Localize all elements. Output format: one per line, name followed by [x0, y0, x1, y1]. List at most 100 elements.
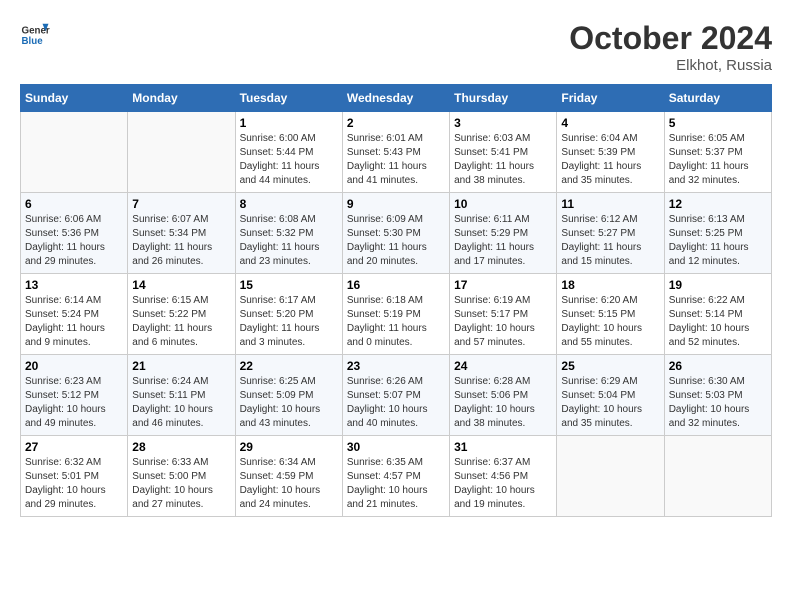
sunrise-text: Sunrise: 6:15 AM [132, 294, 230, 308]
sunrise-text: Sunrise: 6:28 AM [454, 375, 552, 389]
sunset-text: Sunset: 5:07 PM [347, 389, 445, 403]
daylight-text: Daylight: 11 hours and 32 minutes. [669, 160, 767, 188]
sunrise-text: Sunrise: 6:14 AM [25, 294, 123, 308]
calendar-week-row: 6Sunrise: 6:06 AMSunset: 5:36 PMDaylight… [21, 193, 772, 274]
sunset-text: Sunset: 5:00 PM [132, 470, 230, 484]
day-info: Sunrise: 6:30 AMSunset: 5:03 PMDaylight:… [669, 375, 767, 431]
table-row [664, 436, 771, 517]
sunset-text: Sunset: 4:56 PM [454, 470, 552, 484]
sunrise-text: Sunrise: 6:09 AM [347, 213, 445, 227]
table-row [128, 112, 235, 193]
sunset-text: Sunset: 5:37 PM [669, 146, 767, 160]
day-number: 22 [240, 359, 338, 373]
daylight-text: Daylight: 10 hours and 24 minutes. [240, 484, 338, 512]
sunrise-text: Sunrise: 6:04 AM [561, 132, 659, 146]
sunrise-text: Sunrise: 6:17 AM [240, 294, 338, 308]
sunrise-text: Sunrise: 6:35 AM [347, 456, 445, 470]
sunrise-text: Sunrise: 6:37 AM [454, 456, 552, 470]
table-row: 16Sunrise: 6:18 AMSunset: 5:19 PMDayligh… [342, 274, 449, 355]
table-row [21, 112, 128, 193]
sunset-text: Sunset: 5:15 PM [561, 308, 659, 322]
day-info: Sunrise: 6:03 AMSunset: 5:41 PMDaylight:… [454, 132, 552, 188]
day-number: 3 [454, 116, 552, 130]
sunrise-text: Sunrise: 6:23 AM [25, 375, 123, 389]
day-number: 19 [669, 278, 767, 292]
daylight-text: Daylight: 11 hours and 26 minutes. [132, 241, 230, 269]
table-row: 30 Sunrise: 6:35 AMSunset: 4:57 PMDayligh… [342, 436, 449, 517]
day-info: Sunrise: 6:26 AMSunset: 5:07 PMDaylight:… [347, 375, 445, 431]
sunrise-text: Sunrise: 6:18 AM [347, 294, 445, 308]
day-number: 14 [132, 278, 230, 292]
day-info: Sunrise: 6:13 AMSunset: 5:25 PMDaylight:… [669, 213, 767, 269]
sunset-text: Sunset: 5:06 PM [454, 389, 552, 403]
table-row: 14 Sunrise: 6:15 AMSunset: 5:22 PMDayligh… [128, 274, 235, 355]
daylight-text: Daylight: 11 hours and 15 minutes. [561, 241, 659, 269]
location: Elkhot, Russia [569, 57, 772, 74]
sunset-text: Sunset: 5:32 PM [240, 227, 338, 241]
day-number: 13 [25, 278, 123, 292]
sunrise-text: Sunrise: 6:07 AM [132, 213, 230, 227]
day-info: Sunrise: 6:06 AMSunset: 5:36 PMDaylight:… [25, 213, 123, 269]
day-number: 31 [454, 440, 552, 454]
table-row: 25Sunrise: 6:29 AMSunset: 5:04 PMDayligh… [557, 355, 664, 436]
table-row: 29Sunrise: 6:34 AMSunset: 4:59 PMDayligh… [235, 436, 342, 517]
calendar-header-row: Sunday Monday Tuesday Wednesday Thursday… [21, 85, 772, 112]
sunset-text: Sunset: 5:36 PM [25, 227, 123, 241]
sunset-text: Sunset: 5:03 PM [669, 389, 767, 403]
day-number: 9 [347, 197, 445, 211]
header-monday: Monday [128, 85, 235, 112]
page-header: General Blue October 2024 Elkhot, Russia [20, 20, 772, 74]
day-number: 21 [132, 359, 230, 373]
daylight-text: Daylight: 10 hours and 57 minutes. [454, 322, 552, 350]
day-info: Sunrise: 6:28 AMSunset: 5:06 PMDaylight:… [454, 375, 552, 431]
day-info: Sunrise: 6:05 AMSunset: 5:37 PMDaylight:… [669, 132, 767, 188]
day-number: 2 [347, 116, 445, 130]
table-row: 1Sunrise: 6:00 AMSunset: 5:44 PMDaylight… [235, 112, 342, 193]
month-title: October 2024 [569, 20, 772, 57]
day-info: Sunrise: 6:15 AMSunset: 5:22 PMDaylight:… [132, 294, 230, 350]
calendar-table: Sunday Monday Tuesday Wednesday Thursday… [20, 84, 772, 517]
sunrise-text: Sunrise: 6:24 AM [132, 375, 230, 389]
table-row: 23Sunrise: 6:26 AMSunset: 5:07 PMDayligh… [342, 355, 449, 436]
sunset-text: Sunset: 4:57 PM [347, 470, 445, 484]
sunset-text: Sunset: 5:04 PM [561, 389, 659, 403]
sunset-text: Sunset: 5:22 PM [132, 308, 230, 322]
day-number: 25 [561, 359, 659, 373]
daylight-text: Daylight: 11 hours and 6 minutes. [132, 322, 230, 350]
day-info: Sunrise: 6:20 AMSunset: 5:15 PMDaylight:… [561, 294, 659, 350]
sunset-text: Sunset: 4:59 PM [240, 470, 338, 484]
day-info: Sunrise: 6:35 AMSunset: 4:57 PMDaylight:… [347, 456, 445, 512]
table-row: 13Sunrise: 6:14 AMSunset: 5:24 PMDayligh… [21, 274, 128, 355]
calendar-week-row: 20Sunrise: 6:23 AMSunset: 5:12 PMDayligh… [21, 355, 772, 436]
day-info: Sunrise: 6:37 AMSunset: 4:56 PMDaylight:… [454, 456, 552, 512]
daylight-text: Daylight: 11 hours and 0 minutes. [347, 322, 445, 350]
header-thursday: Thursday [450, 85, 557, 112]
daylight-text: Daylight: 10 hours and 35 minutes. [561, 403, 659, 431]
table-row: 8Sunrise: 6:08 AMSunset: 5:32 PMDaylight… [235, 193, 342, 274]
sunrise-text: Sunrise: 6:34 AM [240, 456, 338, 470]
daylight-text: Daylight: 10 hours and 29 minutes. [25, 484, 123, 512]
daylight-text: Daylight: 11 hours and 41 minutes. [347, 160, 445, 188]
day-number: 30 [347, 440, 445, 454]
day-number: 16 [347, 278, 445, 292]
sunset-text: Sunset: 5:25 PM [669, 227, 767, 241]
daylight-text: Daylight: 10 hours and 32 minutes. [669, 403, 767, 431]
sunrise-text: Sunrise: 6:19 AM [454, 294, 552, 308]
table-row: 10Sunrise: 6:11 AMSunset: 5:29 PMDayligh… [450, 193, 557, 274]
day-number: 28 [132, 440, 230, 454]
daylight-text: Daylight: 10 hours and 55 minutes. [561, 322, 659, 350]
sunset-text: Sunset: 5:29 PM [454, 227, 552, 241]
day-number: 8 [240, 197, 338, 211]
table-row: 5Sunrise: 6:05 AMSunset: 5:37 PMDaylight… [664, 112, 771, 193]
daylight-text: Daylight: 11 hours and 9 minutes. [25, 322, 123, 350]
sunrise-text: Sunrise: 6:00 AM [240, 132, 338, 146]
sunrise-text: Sunrise: 6:26 AM [347, 375, 445, 389]
sunrise-text: Sunrise: 6:25 AM [240, 375, 338, 389]
sunrise-text: Sunrise: 6:11 AM [454, 213, 552, 227]
sunrise-text: Sunrise: 6:12 AM [561, 213, 659, 227]
table-row: 12Sunrise: 6:13 AMSunset: 5:25 PMDayligh… [664, 193, 771, 274]
daylight-text: Daylight: 11 hours and 20 minutes. [347, 241, 445, 269]
table-row: 24Sunrise: 6:28 AMSunset: 5:06 PMDayligh… [450, 355, 557, 436]
sunrise-text: Sunrise: 6:22 AM [669, 294, 767, 308]
sunset-text: Sunset: 5:01 PM [25, 470, 123, 484]
